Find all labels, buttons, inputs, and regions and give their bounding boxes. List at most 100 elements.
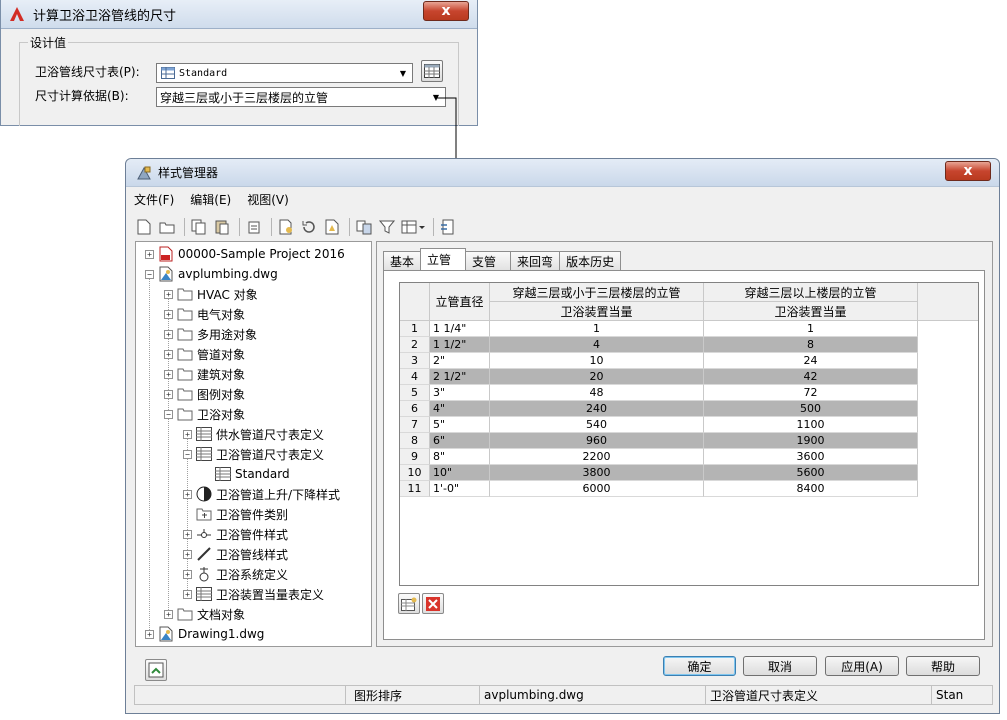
tree-node-fitting-style[interactable]: + 卫浴管件样式 [183, 525, 288, 543]
view-options-dropdown-icon[interactable] [400, 217, 426, 237]
fixture-units-gt3-cell[interactable]: 500 [704, 401, 918, 417]
add-row-button[interactable] [398, 593, 420, 614]
tree-node-drawing1[interactable]: + Drawing1.dwg [145, 625, 264, 643]
delete-row-button[interactable] [422, 593, 444, 614]
new-file-icon[interactable] [134, 217, 154, 237]
tree-node-electrical[interactable]: + 电气对象 [164, 305, 245, 323]
table-row[interactable]: 6 4" 240 500 [400, 401, 918, 417]
tree-node-line-style[interactable]: + 卫浴管线样式 [183, 545, 288, 563]
fixture-units-le3-cell[interactable]: 3800 [490, 465, 704, 481]
fixture-units-gt3-cell[interactable]: 1 [704, 321, 918, 337]
expand-icon[interactable]: + [183, 549, 192, 559]
fixture-units-le3-cell[interactable]: 20 [490, 369, 704, 385]
edit-table-style-button[interactable] [421, 60, 443, 82]
tree-node-supply-pipe-size[interactable]: + 供水管道尺寸表定义 [183, 425, 324, 443]
table-row[interactable]: 42 1/2" 20 42 [400, 369, 918, 385]
cancel-button[interactable]: 取消 [743, 656, 817, 676]
diameter-cell[interactable]: 5" [430, 417, 490, 433]
tree-node-plumbing[interactable]: − 卫浴对象 [164, 405, 245, 423]
export-button[interactable] [145, 659, 167, 681]
tree-node-standard[interactable]: Standard [215, 465, 290, 483]
tree-node-piping[interactable]: + 管道对象 [164, 345, 245, 363]
expand-icon[interactable]: + [164, 369, 173, 379]
fixture-units-gt3-cell[interactable]: 8 [704, 337, 918, 353]
diameter-cell[interactable]: 1 1/2" [430, 337, 490, 353]
copy-icon[interactable] [189, 217, 209, 237]
diameter-cell[interactable]: 4" [430, 401, 490, 417]
diameter-cell[interactable]: 1 1/4" [430, 321, 490, 337]
help-button[interactable]: 帮助 [906, 656, 980, 676]
fixture-units-gt3-cell[interactable]: 1100 [704, 417, 918, 433]
expand-icon[interactable]: + [145, 249, 154, 259]
expand-icon[interactable]: + [145, 629, 154, 639]
table-row[interactable]: 3 2" 10 24 [400, 353, 918, 369]
diameter-cell[interactable]: 6" [430, 433, 490, 449]
diameter-cell[interactable]: 10" [430, 465, 490, 481]
fixture-units-le3-cell[interactable]: 1 [490, 321, 704, 337]
collapse-icon[interactable]: − [145, 269, 154, 279]
expand-icon[interactable]: + [183, 489, 192, 499]
fixture-units-le3-cell[interactable]: 48 [490, 385, 704, 401]
menu-edit[interactable]: 编辑(E) [190, 191, 231, 209]
expand-icon[interactable]: + [164, 609, 173, 619]
size-basis-select[interactable]: 穿越三层或小于三层楼层的立管 ▼ [156, 87, 446, 107]
tree-node-sample-project[interactable]: + 00000-Sample Project 2016 [145, 245, 345, 263]
style-manager-close-button[interactable]: x [945, 161, 991, 181]
tab-offset[interactable]: 来回弯 [510, 251, 561, 270]
fixture-units-le3-cell[interactable]: 6000 [490, 481, 704, 497]
fixture-units-le3-cell[interactable]: 2200 [490, 449, 704, 465]
fixture-units-gt3-cell[interactable]: 5600 [704, 465, 918, 481]
pipe-size-table-select[interactable]: Standard ▼ [156, 63, 413, 83]
table-row[interactable]: 11 1'-0" 6000 8400 [400, 481, 918, 497]
tree-node-fitting-class[interactable]: 卫浴管件类别 [196, 505, 288, 523]
edit-style-icon[interactable] [276, 217, 296, 237]
expand-icon[interactable]: + [164, 329, 173, 339]
tree-node-rise-drop[interactable]: + 卫浴管道上升/下降样式 [183, 485, 340, 503]
fixture-units-gt3-cell[interactable]: 42 [704, 369, 918, 385]
tree-node-plumbing-pipe-size[interactable]: − 卫浴管道尺寸表定义 [183, 445, 324, 463]
fixture-units-le3-cell[interactable]: 240 [490, 401, 704, 417]
diameter-cell[interactable]: 2 1/2" [430, 369, 490, 385]
style-tree-panel[interactable]: + 00000-Sample Project 2016 − avplumbing… [135, 241, 372, 647]
tree-node-architectural[interactable]: + 建筑对象 [164, 365, 245, 383]
calc-dialog-close-button[interactable]: x [423, 1, 469, 21]
tab-riser[interactable]: 立管 [420, 248, 467, 270]
menu-file[interactable]: 文件(F) [134, 191, 174, 209]
tree-node-system-def[interactable]: + 卫浴系统定义 [183, 565, 288, 583]
tree-node-avplumbing[interactable]: − avplumbing.dwg [145, 265, 278, 283]
filter-icon[interactable] [377, 217, 397, 237]
fixture-units-gt3-cell[interactable]: 72 [704, 385, 918, 401]
table-row[interactable]: 5 3" 48 72 [400, 385, 918, 401]
paste-icon[interactable] [212, 217, 232, 237]
menu-view[interactable]: 视图(V) [247, 191, 289, 209]
table-row[interactable]: 11 1/4" 1 1 [400, 321, 918, 337]
tree-node-hvac[interactable]: + HVAC 对象 [164, 285, 258, 303]
diameter-cell[interactable]: 1'-0" [430, 481, 490, 497]
open-folder-icon[interactable] [157, 217, 177, 237]
table-row[interactable]: 21 1/2" 4 8 [400, 337, 918, 353]
table-row[interactable]: 10 10" 3800 5600 [400, 465, 918, 481]
inventory-icon[interactable] [438, 217, 458, 237]
col-header-gt3[interactable]: 穿越三层以上楼层的立管 [704, 283, 918, 302]
fixture-units-gt3-cell[interactable]: 1900 [704, 433, 918, 449]
ok-button[interactable]: 确定 [663, 656, 736, 676]
tree-node-document[interactable]: + 文档对象 [164, 605, 245, 623]
table-row[interactable]: 8 6" 960 1900 [400, 433, 918, 449]
col-header-le3[interactable]: 穿越三层或小于三层楼层的立管 [490, 283, 704, 302]
expand-icon[interactable]: + [164, 309, 173, 319]
chevron-down-icon[interactable]: ▼ [428, 89, 444, 105]
expand-icon[interactable]: + [164, 389, 173, 399]
tree-node-multipurpose[interactable]: + 多用途对象 [164, 325, 257, 343]
collapse-icon[interactable]: − [183, 449, 192, 459]
fixture-units-gt3-cell[interactable]: 24 [704, 353, 918, 369]
tab-general[interactable]: 基本 [383, 251, 422, 270]
fixture-units-le3-cell[interactable]: 960 [490, 433, 704, 449]
diameter-cell[interactable]: 2" [430, 353, 490, 369]
collapse-icon[interactable]: − [164, 409, 173, 419]
tab-version-history[interactable]: 版本历史 [559, 251, 622, 270]
diameter-cell[interactable]: 8" [430, 449, 490, 465]
fixture-units-gt3-cell[interactable]: 8400 [704, 481, 918, 497]
table-row[interactable]: 7 5" 540 1100 [400, 417, 918, 433]
expand-icon[interactable]: + [183, 589, 192, 599]
expand-icon[interactable]: + [183, 529, 192, 539]
